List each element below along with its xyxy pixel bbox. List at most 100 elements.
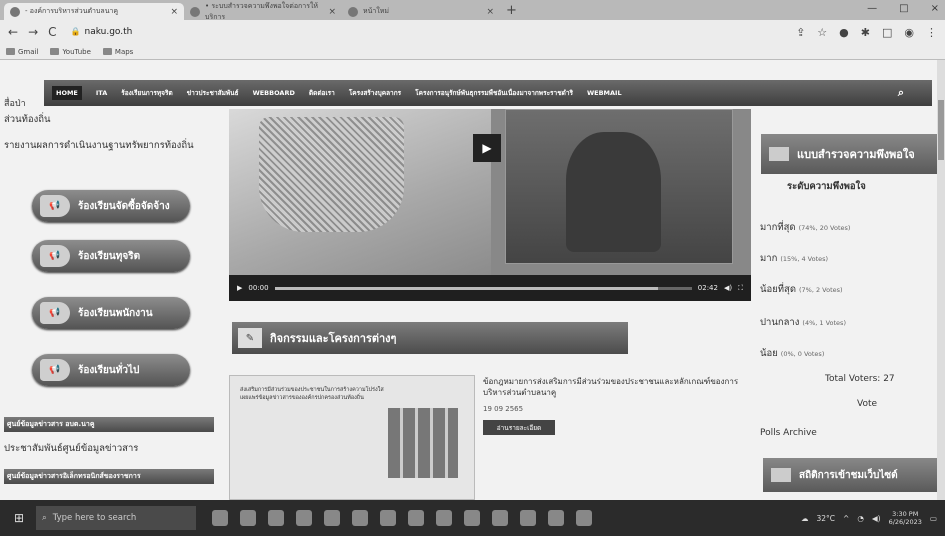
clock[interactable]: 3:30 PM 6/26/2023 (889, 510, 922, 526)
close-tab-icon[interactable]: × (170, 7, 178, 17)
nav-corruption-complaint[interactable]: ร้องเรียนการทุจริต (121, 88, 172, 98)
excel-icon[interactable] (380, 510, 396, 526)
complaint-general-button[interactable]: 📢 ร้องเรียนทั่วไป (32, 354, 190, 386)
powerpoint-icon[interactable] (436, 510, 452, 526)
bookmark-label: YouTube (62, 47, 91, 56)
taskbar-apps (212, 510, 592, 526)
electronic-info-header[interactable]: ศูนย์ข้อมูลข่าวสารอิเล็กทรอนิกส์ของราชกา… (4, 469, 214, 484)
visitor-stats-header: สถิติการเข้าชมเว็บไซต์ (763, 458, 937, 492)
right-sidebar: แบบสำรวจความพึงพอใจ ระดับความพึงพอใจ มาก… (757, 60, 945, 500)
puzzle-icon[interactable]: ✱ (861, 26, 870, 39)
close-window-icon[interactable]: × (931, 3, 939, 14)
extension-icon[interactable]: ● (839, 26, 849, 39)
edge-icon[interactable] (240, 510, 256, 526)
browser-tab-2[interactable]: • ระบบสำรวจความพึงพอใจต่อการให้บริการ × (184, 2, 342, 21)
poll-option-label: น้อยที่สุด (760, 284, 796, 295)
browser-tab-1[interactable]: - องค์การบริหารส่วนตำบลนาคู × (4, 3, 184, 20)
back-icon[interactable]: ← (8, 25, 18, 39)
total-voters: Total Voters: 27 (825, 374, 895, 384)
tab-title: - องค์การบริหารส่วนตำบลนาคู (25, 7, 119, 15)
bookmark-star-icon[interactable]: ☆ (817, 26, 827, 39)
complaint-procurement-button[interactable]: 📢 ร้องเรียนจัดซื้อจัดจ้าง (32, 190, 190, 222)
new-tab-button[interactable]: + (506, 3, 517, 20)
taskbar-search[interactable]: ⌕ Type here to search (36, 506, 196, 530)
store-icon[interactable] (296, 510, 312, 526)
tray-chevron-icon[interactable]: ^ (843, 514, 849, 523)
word-icon[interactable] (408, 510, 424, 526)
address-bar: ← → C 🔒 naku.go.th ⇪ ☆ ● ✱ □ ◉ ⋮ (0, 20, 945, 44)
close-tab-icon[interactable]: × (486, 7, 494, 17)
megaphone-icon: 📢 (40, 359, 70, 381)
poll-option-label: มาก (760, 253, 778, 264)
facebook-icon[interactable] (492, 510, 508, 526)
close-tab-icon[interactable]: × (328, 7, 336, 17)
task-view-icon[interactable] (212, 510, 228, 526)
notification-icon[interactable]: ▭ (930, 514, 937, 523)
nav-contact[interactable]: ติดต่อเรา (309, 88, 335, 98)
play-icon[interactable]: ▶ (237, 284, 242, 292)
vote-link[interactable]: Vote (857, 399, 877, 409)
nav-plant-project[interactable]: โครงการอนุรักษ์พันธุกรรมพืชอันเนื่องมาจา… (415, 88, 573, 98)
reload-icon[interactable]: C (48, 25, 56, 39)
survey-title: แบบสำรวจความพึงพอใจ (797, 148, 915, 161)
site-favicon-icon (10, 6, 20, 17)
scrollbar-thumb[interactable] (938, 100, 944, 160)
video-player[interactable]: ▶ ▶ 00:00 02:42 ◀) ⛶ (229, 109, 751, 301)
news-thumbnail[interactable]: ส่งเสริมการมีส่วนร่วมของประชาชนในการสร้า… (229, 375, 475, 500)
tiktok-icon[interactable] (520, 510, 536, 526)
local-link[interactable]: ส่วนท้องถิ่น (4, 112, 50, 127)
menu-icon[interactable]: ⋮ (926, 26, 937, 39)
info-center-link[interactable]: ประชาสัมพันธ์ศูนย์ข้อมูลข่าวสาร (4, 441, 138, 456)
polls-archive-link[interactable]: Polls Archive (760, 428, 817, 438)
nav-home[interactable]: HOME (52, 86, 82, 100)
news-date: 19 09 2565 (483, 405, 524, 413)
url-text: naku.go.th (84, 27, 133, 37)
nav-webboard[interactable]: WEBBOARD (253, 89, 295, 97)
url-field[interactable]: 🔒 naku.go.th (71, 27, 133, 37)
poll-option: มาก (15%, 4 Votes) (760, 251, 828, 266)
survey-icon (769, 147, 789, 161)
volume-tray-icon[interactable]: ◀) (872, 514, 881, 523)
poll-option: มากที่สุด (74%, 20 Votes) (760, 220, 850, 235)
video-progress-bar[interactable] (274, 286, 692, 290)
bookmark-gmail[interactable]: Gmail (6, 48, 38, 56)
chrome-icon[interactable] (352, 510, 368, 526)
volume-icon[interactable]: ◀) (724, 284, 732, 292)
line-icon[interactable] (464, 510, 480, 526)
fullscreen-icon[interactable]: ⛶ (738, 284, 743, 293)
next-slide-icon[interactable]: ▶ (473, 134, 501, 162)
nav-staff-structure[interactable]: โครงสร้างบุคลากร (349, 88, 401, 98)
windows-start-icon[interactable]: ⊞ (6, 506, 32, 530)
browser-tab-3[interactable]: หน้าใหม่ × (342, 3, 500, 20)
file-explorer-icon[interactable] (268, 510, 284, 526)
poll-option-label: มากที่สุด (760, 222, 796, 233)
chrome-alt-icon[interactable] (548, 510, 564, 526)
messenger-icon[interactable] (576, 510, 592, 526)
complaint-staff-button[interactable]: 📢 ร้องเรียนพนักงาน (32, 297, 190, 329)
minimize-icon[interactable]: — (867, 3, 877, 14)
left-partial-text: สื่อป่า (4, 99, 26, 109)
info-center-header[interactable]: ศูนย์ข้อมูลข่าวสาร อบต.นาคู (4, 417, 214, 432)
resource-report-link[interactable]: รายงานผลการดำเนินงานฐานทรัพยากรท้องถิ่น (4, 138, 214, 153)
maximize-icon[interactable]: □ (899, 3, 908, 14)
nav-ita[interactable]: ITA (96, 89, 107, 97)
page-scrollbar[interactable] (937, 60, 945, 500)
nav-webmail[interactable]: WEBMAIL (587, 89, 622, 97)
sidebar-icon[interactable]: □ (882, 26, 892, 39)
bookmark-youtube[interactable]: YouTube (50, 47, 91, 56)
maps-icon (102, 48, 112, 55)
share-icon[interactable]: ⇪ (796, 26, 805, 39)
network-icon[interactable]: ◔ (857, 514, 864, 523)
news-title[interactable]: ข้อกฎหมายการส่งเสริมการมีส่วนร่วมของประช… (483, 376, 753, 398)
nav-news[interactable]: ข่าวประชาสัมพันธ์ (187, 88, 239, 98)
bookmark-maps[interactable]: Maps (102, 48, 133, 56)
profile-icon[interactable]: ◉ (904, 26, 914, 39)
search-icon: ⌕ (42, 513, 47, 523)
poll-option: น้อย (0%, 0 Votes) (760, 346, 824, 361)
weather-icon[interactable]: ☁ (801, 514, 809, 523)
forward-icon[interactable]: → (28, 25, 38, 39)
read-more-button[interactable]: อ่านรายละเอียด (483, 420, 555, 435)
complaint-corruption-button[interactable]: 📢 ร้องเรียนทุจริต (32, 240, 190, 272)
clock-time: 3:30 PM (892, 510, 919, 518)
mail-icon[interactable] (324, 510, 340, 526)
